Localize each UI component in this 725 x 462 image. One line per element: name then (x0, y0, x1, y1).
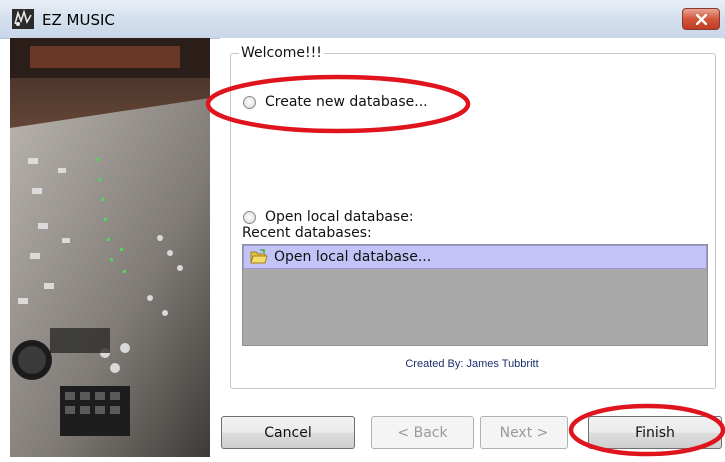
close-button[interactable] (682, 8, 720, 30)
recent-databases-label: Recent databases: (242, 225, 372, 241)
window-title: EZ MUSIC (42, 11, 115, 29)
recent-databases-list[interactable]: Open local database... (242, 244, 708, 346)
back-button[interactable]: < Back (371, 416, 474, 449)
open-folder-icon (250, 249, 268, 264)
welcome-legend: Welcome!!! (239, 45, 324, 61)
credit-text: Created By: James Tubbritt (405, 358, 539, 370)
radio-icon[interactable] (243, 210, 256, 224)
close-icon (696, 14, 707, 25)
mixing-console-image (10, 38, 210, 457)
create-new-database-radio[interactable]: Create new database... (243, 94, 428, 110)
create-new-database-label: Create new database... (265, 94, 428, 110)
wizard-panel: Welcome!!! Create new database... Open l… (220, 38, 724, 457)
recent-item-label: Open local database... (274, 249, 432, 265)
open-local-database-radio[interactable]: Open local database: (243, 209, 414, 225)
app-icon (12, 9, 34, 29)
list-item[interactable]: Open local database... (243, 245, 707, 269)
finish-button[interactable]: Finish (588, 416, 722, 449)
radio-icon[interactable] (243, 95, 256, 109)
title-bar: EZ MUSIC (0, 0, 725, 39)
cancel-button[interactable]: Cancel (221, 416, 355, 449)
open-local-database-label: Open local database: (265, 209, 414, 225)
next-button[interactable]: Next > (480, 416, 568, 449)
